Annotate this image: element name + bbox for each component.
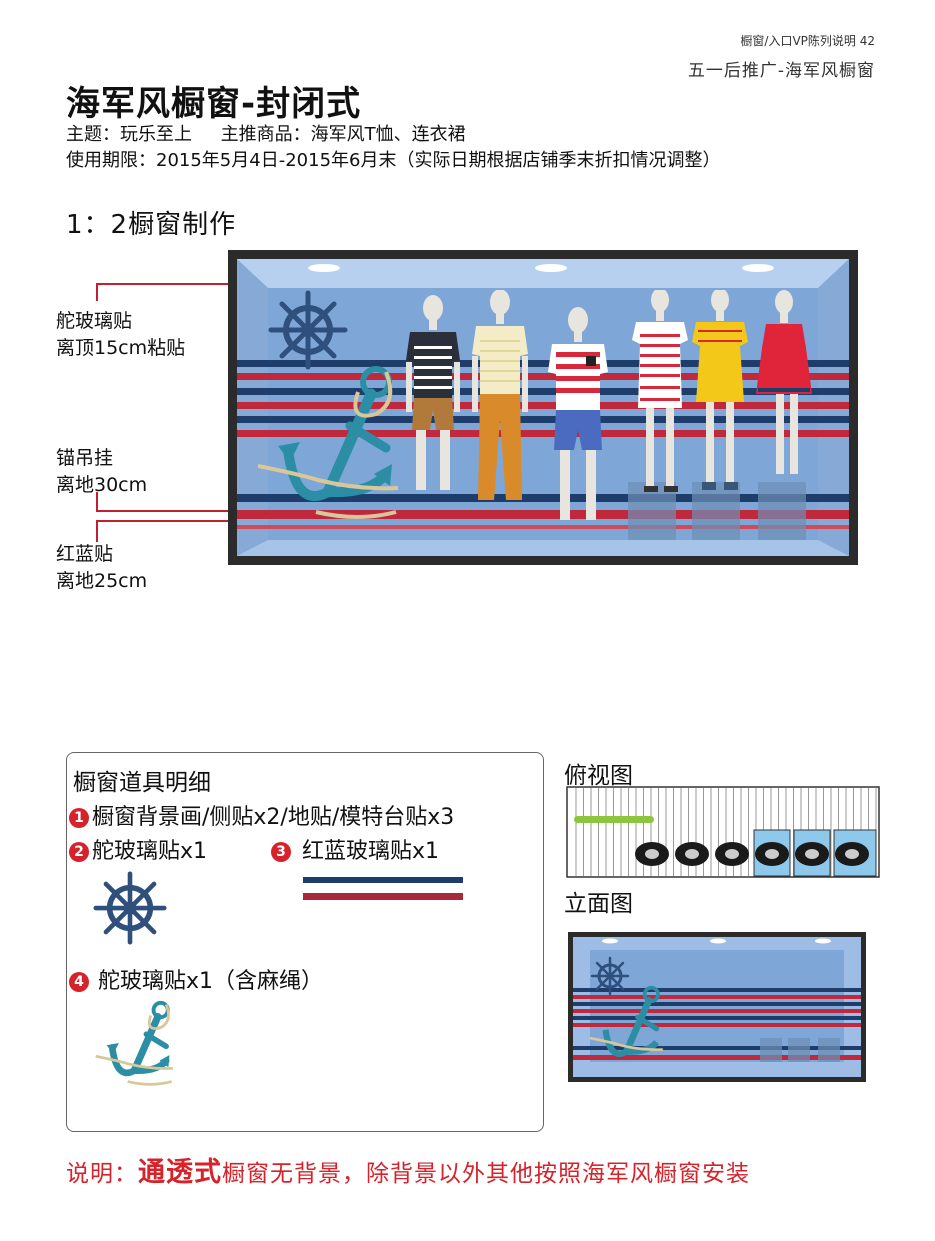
callout-stripe-line2: 离地25cm xyxy=(56,570,148,592)
elevation-diagram xyxy=(568,932,866,1082)
ship-wheel-icon xyxy=(93,871,167,945)
callout-wheel-line2: 离顶15cm粘贴 xyxy=(56,337,186,359)
anchor-icon xyxy=(258,366,399,519)
mannequin-icon xyxy=(548,307,608,520)
callout-wheel-line1: 舵玻璃贴 xyxy=(56,310,133,332)
footer-note: 说明：通透式橱窗无背景，除背景以外其他按照海军风橱窗安装 xyxy=(66,1150,750,1189)
mannequin-icon xyxy=(692,290,748,490)
item-number-badge: 1 xyxy=(69,808,89,828)
prop-item-3-text: 红蓝玻璃贴x1 xyxy=(302,839,440,864)
mannequin-icon xyxy=(406,295,460,490)
callout-anchor-line1: 锚吊挂 xyxy=(56,447,114,469)
prop-item-4-text: 舵玻璃贴x1（含麻绳） xyxy=(98,969,324,994)
leader-line xyxy=(96,492,98,512)
callout-stripe-line1: 红蓝贴 xyxy=(56,543,114,565)
theme-line: 主题：玩乐至上 主推商品：海军风T恤、连衣裙 xyxy=(66,124,466,145)
anchor-icon xyxy=(95,1000,173,1086)
ship-wheel-icon xyxy=(268,290,348,370)
mannequin-icon xyxy=(472,290,528,500)
item-number-badge: 3 xyxy=(271,842,291,862)
item-number-badge: 2 xyxy=(69,842,89,862)
prop-item-1-text: 橱窗背景画/侧贴x2/地贴/模特台贴x3 xyxy=(92,805,455,830)
stripe-sticker-icon xyxy=(303,877,463,900)
top-view-diagram xyxy=(566,786,880,878)
leader-line xyxy=(96,520,98,542)
page-subtitle: 五一后推广-海军风橱窗 xyxy=(687,61,875,81)
props-title: 橱窗道具明细 xyxy=(73,770,211,796)
prop-item-2: 2 舵玻璃贴x1 xyxy=(69,833,207,865)
elevation-label: 立面图 xyxy=(564,891,633,917)
section-title: 1：2橱窗制作 xyxy=(66,210,237,240)
note-text: 橱窗无背景，除背景以外其他按照海军风橱窗安装 xyxy=(222,1161,750,1187)
top-view-label: 俯视图 xyxy=(564,763,633,789)
page-title: 海军风橱窗-封闭式 xyxy=(66,84,362,124)
mannequin-icon xyxy=(756,290,812,474)
note-emphasis: 通透式 xyxy=(138,1157,222,1188)
prop-item-3: 3 红蓝玻璃贴x1 xyxy=(271,833,439,865)
callout-anchor-line2: 离地30cm xyxy=(56,474,148,496)
page-reference: 橱窗/入口VP陈列说明 42 xyxy=(740,34,875,48)
prop-item-4: 4 舵玻璃贴x1（含麻绳） xyxy=(69,963,323,995)
props-panel: 橱窗道具明细 1 橱窗背景画/侧贴x2/地贴/模特台贴x3 2 舵玻璃贴x1 3 红蓝… xyxy=(66,752,544,1132)
leader-line xyxy=(96,283,98,301)
callout-wheel: 舵玻璃贴 离顶15cm粘贴 xyxy=(56,308,185,362)
callout-stripe: 红蓝贴 离地25cm xyxy=(56,541,147,595)
prop-item-2-text: 舵玻璃贴x1 xyxy=(92,839,208,864)
note-prefix: 说明： xyxy=(66,1161,138,1187)
mannequin-icon xyxy=(632,290,688,492)
callout-anchor: 锚吊挂 离地30cm xyxy=(56,445,147,499)
mannequin-group xyxy=(406,290,812,520)
prop-item-1: 1 橱窗背景画/侧贴x2/地贴/模特台贴x3 xyxy=(69,799,454,831)
item-number-badge: 4 xyxy=(69,972,89,992)
period-line: 使用期限：2015年5月4日-2015年6月末（实际日期根据店铺季末折扣情况调整… xyxy=(66,150,721,171)
